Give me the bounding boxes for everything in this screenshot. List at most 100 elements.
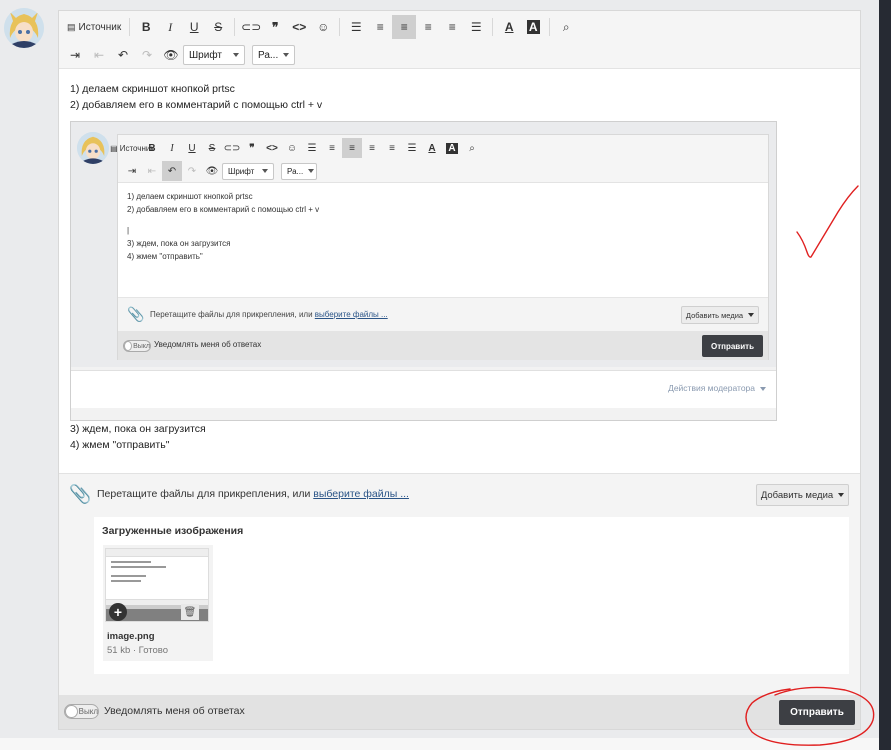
- toolbar-divider: [339, 18, 341, 36]
- delete-image-button[interactable]: 🗑: [181, 604, 199, 620]
- numbered-list-icon: ≡: [329, 142, 335, 154]
- quote-icon[interactable]: ❞: [263, 15, 287, 39]
- paperclip-icon[interactable]: 📎: [69, 484, 91, 505]
- screenshot-attach-bar: 📎 Перетащите файлы для прикрепления, или…: [118, 297, 768, 331]
- screenshot-background: ▤ Источник B I U S ⊂⊃ ❞ <> ☺ ☰ ≡ ≡ ≡ ≡ ☰…: [71, 122, 776, 367]
- outdent-icon[interactable]: ⇤: [87, 43, 111, 67]
- screenshot-moderator-bar: Действия модератора: [71, 370, 776, 408]
- toggle-knob: [124, 341, 133, 351]
- redo-icon[interactable]: ↷: [135, 43, 159, 67]
- screenshot-toolbar: ▤ Источник B I U S ⊂⊃ ❞ <> ☺ ☰ ≡ ≡ ≡ ≡ ☰…: [110, 135, 768, 183]
- justify-icon[interactable]: ☰: [464, 15, 488, 39]
- send-button: Отправить: [702, 335, 763, 357]
- send-button[interactable]: Отправить: [779, 700, 855, 725]
- quote-icon: ❞: [249, 142, 255, 154]
- chevron-down-icon: [308, 169, 315, 173]
- notify-label: Уведомлять меня об ответах: [154, 340, 262, 349]
- bullet-list-icon: ☰: [307, 142, 317, 154]
- chevron-down-icon: [283, 53, 290, 57]
- chevron-down-icon: [748, 313, 755, 317]
- choose-files-link[interactable]: выберите файлы ...: [313, 488, 409, 500]
- content-line: 4) жмем "отправить": [70, 439, 170, 451]
- align-center-icon[interactable]: ≡: [416, 15, 440, 39]
- add-media-label: Добавить медиа: [760, 489, 834, 501]
- font-select-label: Шрифт: [228, 166, 255, 176]
- eye-icon: 👁: [205, 165, 219, 177]
- editor-toolbar: ▤ Источник B I U S ⊂⊃ ❞ <> ☺ ☰ ≡ ≡ ≡ ≡ ☰ …: [59, 11, 860, 69]
- text-color-icon: A: [428, 142, 436, 154]
- attach-text: Перетащите файлы для прикрепления, или: [150, 310, 315, 319]
- size-select-label: Ра...: [258, 49, 279, 61]
- background-color-icon[interactable]: A: [521, 15, 545, 39]
- align-left-icon: ≡: [342, 138, 362, 158]
- undo-icon: ↶: [162, 161, 182, 181]
- background-color-icon: A: [446, 142, 458, 154]
- content-line: 1) делаем скриншот кнопкой prtsc: [127, 192, 253, 201]
- italic-icon[interactable]: I: [158, 15, 182, 39]
- content-line: 2) добавляем его в комментарий с помощью…: [70, 99, 323, 111]
- source-icon: ▤: [67, 21, 76, 32]
- smiley-icon: ☺: [286, 142, 298, 154]
- editor-content-continued[interactable]: 3) ждем, пока он загрузится 4) жмем "отп…: [70, 421, 206, 453]
- size-select[interactable]: Ра...: [252, 45, 295, 65]
- notify-toggle[interactable]: Выкл: [64, 704, 99, 719]
- link-icon: ⊂⊃: [223, 142, 241, 154]
- eye-icon[interactable]: 👁: [159, 43, 183, 67]
- plus-icon: +: [113, 604, 123, 620]
- add-media-label: Добавить медиа: [685, 310, 744, 320]
- align-left-icon[interactable]: ≡: [392, 15, 417, 39]
- align-center-icon: ≡: [369, 142, 375, 154]
- strikethrough-icon[interactable]: S: [206, 15, 230, 39]
- italic-icon: I: [170, 142, 174, 154]
- uploaded-images-title: Загруженные изображения: [102, 525, 244, 537]
- toolbar-divider: [234, 18, 236, 36]
- comment-editor: ▤ Источник B I U S ⊂⊃ ❞ <> ☺ ☰ ≡ ≡ ≡ ≡ ☰ …: [58, 10, 861, 730]
- notify-label: Уведомлять меня об ответах: [104, 705, 245, 717]
- numbered-list-icon[interactable]: ≡: [368, 15, 392, 39]
- code-icon: <>: [266, 142, 278, 154]
- toolbar-divider: [129, 18, 131, 36]
- bold-icon[interactable]: B: [134, 15, 158, 39]
- toggle-label: Выкл: [78, 707, 98, 716]
- screenshot-content: 1) делаем скриншот кнопкой prtsc 2) доба…: [127, 190, 319, 263]
- text-cursor: |: [127, 226, 130, 235]
- send-label: Отправить: [711, 341, 754, 351]
- smiley-icon[interactable]: ☺: [311, 15, 335, 39]
- uploaded-image-card[interactable]: + 🗑 image.png 51 kb · Готово: [103, 545, 213, 661]
- align-right-icon[interactable]: ≡: [440, 15, 464, 39]
- add-media-button[interactable]: Добавить медиа: [756, 484, 849, 506]
- screenshot-avatar: [77, 132, 109, 164]
- underline-icon[interactable]: U: [182, 15, 206, 39]
- underline-icon: U: [188, 142, 196, 154]
- content-line: 1) делаем скриншот кнопкой prtsc: [70, 83, 235, 95]
- indent-icon[interactable]: ⇥: [63, 43, 87, 67]
- screenshot-footer: Выкл Уведомлять меня об ответах Отправит…: [118, 331, 768, 360]
- link-icon[interactable]: ⊂⊃: [239, 15, 263, 39]
- source-icon: ▤: [110, 143, 118, 153]
- bold-icon: B: [148, 142, 156, 154]
- user-avatar[interactable]: [4, 8, 44, 48]
- size-select-label: Ра...: [287, 166, 304, 176]
- preview-icon[interactable]: ⌕: [554, 15, 578, 39]
- editor-footer: Выкл Уведомлять меня об ответах Отправит…: [59, 695, 860, 729]
- bullet-list-icon[interactable]: ☰: [344, 15, 368, 39]
- font-select[interactable]: Шрифт: [183, 45, 245, 65]
- insert-image-button[interactable]: +: [109, 603, 127, 621]
- content-line: 4) жмем "отправить": [127, 252, 203, 261]
- attach-text: Перетащите файлы для прикрепления, или: [97, 488, 314, 500]
- avatar-image: [77, 132, 109, 164]
- text-color-icon[interactable]: A: [497, 15, 521, 39]
- undo-icon[interactable]: ↶: [111, 43, 135, 67]
- toggle-label: Выкл: [133, 342, 150, 350]
- indent-icon: ⇥: [127, 165, 137, 177]
- code-icon[interactable]: <>: [287, 15, 311, 39]
- add-media-button: Добавить медиа: [681, 306, 759, 324]
- pasted-screenshot[interactable]: ▤ Источник B I U S ⊂⊃ ❞ <> ☺ ☰ ≡ ≡ ≡ ≡ ☰…: [70, 121, 777, 421]
- file-name: image.png: [107, 631, 155, 642]
- align-right-icon: ≡: [389, 142, 395, 154]
- outdent-icon: ⇤: [147, 165, 157, 177]
- source-button[interactable]: ▤ Источник: [63, 15, 125, 39]
- content-line: 2) добавляем его в комментарий с помощью…: [127, 205, 320, 214]
- editor-content[interactable]: 1) делаем скриншот кнопкой prtsc 2) доба…: [70, 81, 322, 113]
- chevron-down-icon: [262, 169, 268, 173]
